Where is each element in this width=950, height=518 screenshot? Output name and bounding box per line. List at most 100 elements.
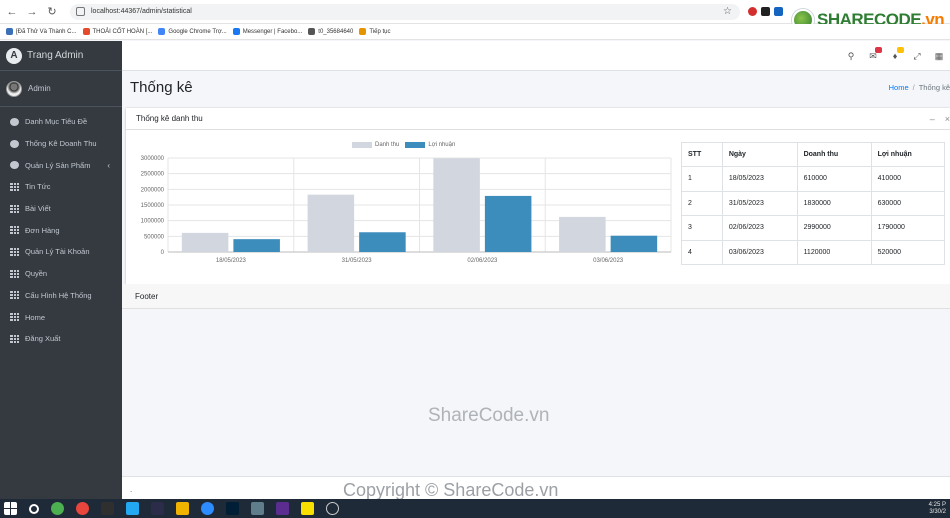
notifications-badge [897, 47, 904, 53]
table-cell: 1 [681, 166, 723, 192]
sidebar-item[interactable]: Home [0, 306, 122, 328]
visual-studio-taskbar-icon[interactable] [276, 502, 289, 515]
user-panel[interactable]: Admin [0, 71, 122, 107]
table-header-row: STT Ngày Doanh thu Lợi nhuận [681, 142, 946, 167]
app-taskbar-icon[interactable] [251, 502, 264, 515]
close-button[interactable]: × [945, 114, 950, 124]
sidebar-item[interactable]: Thống Kê Doanh Thu [0, 133, 122, 155]
sidebar-item-label: Home [25, 312, 46, 322]
forward-icon[interactable]: → [24, 4, 40, 20]
extension-icon[interactable] [761, 7, 770, 16]
apps-grid-icon[interactable]: ▦ [928, 51, 950, 62]
y-tick-label: 2000000 [141, 187, 165, 193]
chevron-left-icon[interactable]: ‹ [107, 161, 110, 170]
app-taskbar-icon[interactable] [151, 502, 164, 515]
bookmarks-bar: [Đã Thử Và Thành C... THOẢI CỐT HOÀN [...… [0, 24, 950, 40]
reload-icon[interactable]: ↻ [44, 4, 60, 20]
sidebar-item[interactable]: Tin Tức [0, 176, 122, 198]
bookmark-item[interactable]: Tiếp tục [359, 28, 390, 35]
y-tick-label: 0 [161, 250, 165, 256]
sidebar-item-label: Tin Tức [25, 182, 51, 192]
brand-logo-icon: A [6, 47, 22, 64]
bookmark-item[interactable]: THOẢI CỐT HOÀN [... [82, 28, 152, 35]
sidebar-item[interactable]: Quyền [0, 263, 122, 285]
breadcrumb-home[interactable]: Home [889, 83, 909, 92]
collapse-button[interactable]: – [930, 114, 935, 124]
sidebar-item[interactable]: Quản Lý Tài Khoản [0, 241, 122, 263]
table-cell: 630000 [870, 190, 946, 216]
back-icon[interactable]: ← [4, 4, 20, 20]
sidebar-item[interactable]: Cấu Hình Hệ Thống [0, 285, 122, 307]
main-footer-text: . [130, 485, 133, 494]
zoom-taskbar-icon[interactable] [201, 502, 214, 515]
table-cell: 02/06/2023 [721, 215, 798, 241]
x-tick-label: 18/05/2023 [216, 258, 247, 264]
chrome-taskbar-icon[interactable] [76, 502, 89, 515]
card-footer: Footer [122, 284, 950, 309]
sidebar-item-label: Đơn Hàng [25, 225, 60, 235]
extensions [748, 7, 783, 16]
sidebar-item-label: Quyền [25, 269, 48, 279]
y-tick-label: 1500000 [141, 203, 165, 209]
system-clock[interactable]: 4:25 P 3/30/2 [929, 502, 946, 516]
dashboard-icon [10, 161, 19, 170]
photoshop-taskbar-icon[interactable] [226, 502, 239, 515]
copyright-watermark: Copyright © ShareCode.vn [343, 480, 559, 500]
column-header: STT [681, 142, 723, 167]
brand-link[interactable]: A Trang Admin [0, 41, 122, 71]
bar-chart-svg: 0 500000 1000000 1500000 2000000 2500000 30000… [141, 156, 672, 264]
search-taskbar-icon[interactable] [29, 503, 39, 514]
bookmark-star-icon[interactable]: ☆ [723, 6, 732, 17]
bookmark-item[interactable]: Google Chrome Trợ... [158, 28, 227, 35]
sidebar-item[interactable]: Quản Lý Sản Phẩm ‹ [0, 154, 122, 176]
address-bar[interactable]: localhost:44367/admin/statistical ☆ [70, 3, 740, 20]
sidebar-item[interactable]: Bài Viết [0, 198, 122, 220]
extension-icon[interactable] [748, 7, 757, 16]
table-cell: 4 [681, 239, 723, 265]
sidebar: A Trang Admin Admin Danh Mục Tiêu Đề Thốn… [0, 41, 122, 499]
bookmark-item[interactable]: Messenger | Facebo... [232, 28, 302, 35]
table-cell: 1120000 [796, 239, 872, 265]
sidebar-item-label: Đăng Xuất [25, 334, 61, 344]
table-cell: 2990000 [796, 215, 872, 241]
sidebar-item[interactable]: Danh Mục Tiêu Đề [0, 111, 122, 133]
dashboard-icon [10, 117, 19, 126]
site-info-icon[interactable] [76, 7, 85, 16]
extension-icon[interactable] [774, 7, 783, 16]
footer-label: Footer [135, 291, 159, 301]
breadcrumb: Home / Thống kê [888, 83, 950, 92]
revenue-chart: Danh thu Lợi nhuận 0 500000 1000000 1500000 2… [126, 138, 676, 273]
bookmark-favicon-icon [232, 28, 240, 35]
sidebar-item[interactable]: Đăng Xuất [0, 328, 122, 350]
table-cell: 2 [681, 190, 723, 216]
bookmark-favicon-icon [158, 28, 166, 35]
card-header: Thống kê danh thu – × [126, 108, 950, 130]
bookmark-item[interactable]: [Đã Thử Và Thành C... [6, 28, 77, 35]
vscode-taskbar-icon[interactable] [126, 502, 139, 515]
table-cell: 31/05/2023 [721, 190, 798, 216]
column-header: Ngày [721, 142, 798, 167]
bookmark-item[interactable]: t0_35684640 [308, 28, 353, 35]
app-taskbar-icon[interactable] [51, 502, 64, 515]
illustrator-taskbar-icon[interactable] [101, 502, 114, 515]
y-tick-label: 3000000 [141, 156, 165, 162]
sidebar-item[interactable]: Đơn Hàng [0, 219, 122, 241]
grid-icon [10, 204, 19, 213]
table-cell: 3 [681, 215, 723, 241]
fullscreen-icon[interactable]: ⤢ [906, 51, 928, 62]
explorer-taskbar-icon[interactable] [176, 502, 189, 515]
start-icon[interactable] [4, 502, 17, 515]
clock-time: 4:25 P [928, 501, 946, 508]
messages-icon[interactable]: ✉ [862, 46, 884, 62]
clock-app-taskbar-icon[interactable] [326, 502, 339, 515]
bar [233, 239, 280, 252]
search-icon[interactable]: ⚲ [840, 51, 862, 62]
sidebar-item-label: Cấu Hình Hệ Thống [25, 290, 92, 300]
notifications-icon[interactable]: ♦ [884, 47, 906, 61]
table-cell: 1830000 [796, 190, 872, 216]
app-taskbar-icon[interactable] [301, 502, 314, 515]
bar [559, 216, 606, 252]
table-row: 1 18/05/2023 610000 410000 [681, 166, 946, 192]
card-title: Thống kê danh thu [136, 114, 203, 123]
bar [307, 194, 355, 252]
